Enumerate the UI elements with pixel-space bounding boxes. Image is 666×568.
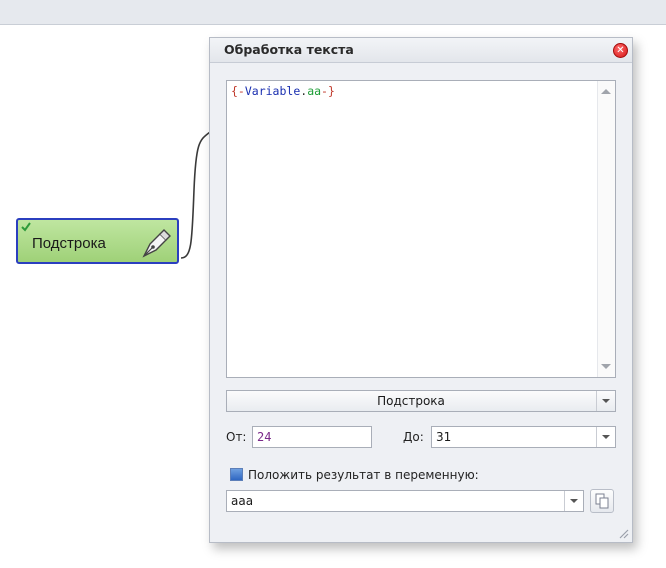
dialog-title: Обработка текста xyxy=(224,42,354,57)
scroll-up-arrow-icon[interactable] xyxy=(601,89,611,94)
operation-selected-value: Подстрока xyxy=(377,394,445,408)
result-variable-select[interactable]: aaa xyxy=(226,490,584,512)
result-variable-value: aaa xyxy=(231,494,254,508)
to-value: 31 xyxy=(436,430,452,444)
text-processing-dialog: Обработка текста ✕ {-Variable.aa-} Подст… xyxy=(209,37,633,543)
token-variable: Variable xyxy=(244,84,301,98)
pen-icon xyxy=(142,229,171,258)
to-select[interactable]: 31 xyxy=(431,426,616,448)
chevron-down-icon[interactable] xyxy=(596,427,615,447)
copy-icon xyxy=(595,493,609,509)
resize-grip-icon[interactable] xyxy=(617,527,629,539)
dialog-titlebar[interactable]: Обработка текста ✕ xyxy=(210,38,632,63)
operation-select[interactable]: Подстрока xyxy=(226,390,616,412)
store-result-label: Положить результат в переменную: xyxy=(248,468,479,482)
close-icon[interactable]: ✕ xyxy=(613,43,628,58)
scroll-down-arrow-icon[interactable] xyxy=(601,364,611,369)
editor-scrollbar[interactable] xyxy=(597,81,615,377)
from-input[interactable]: 24 xyxy=(252,426,372,448)
copy-button[interactable] xyxy=(590,489,614,513)
from-value: 24 xyxy=(257,430,272,444)
chevron-down-icon[interactable] xyxy=(564,491,583,511)
text-editor[interactable]: {-Variable.aa-} xyxy=(226,80,616,378)
token-close-brace: -} xyxy=(321,84,335,98)
top-toolbar-strip xyxy=(0,0,666,25)
substring-action-node[interactable]: Подстрока xyxy=(16,218,179,264)
token-open-brace: {- xyxy=(231,84,245,98)
node-label: Подстрока xyxy=(32,235,106,252)
from-label: От: xyxy=(226,430,247,444)
checkmark-icon xyxy=(21,222,31,232)
store-result-checkbox[interactable] xyxy=(230,468,243,481)
to-label: До: xyxy=(403,430,424,444)
editor-content[interactable]: {-Variable.aa-} xyxy=(231,84,335,98)
token-name: aa xyxy=(307,84,322,98)
chevron-down-icon[interactable] xyxy=(596,391,615,411)
